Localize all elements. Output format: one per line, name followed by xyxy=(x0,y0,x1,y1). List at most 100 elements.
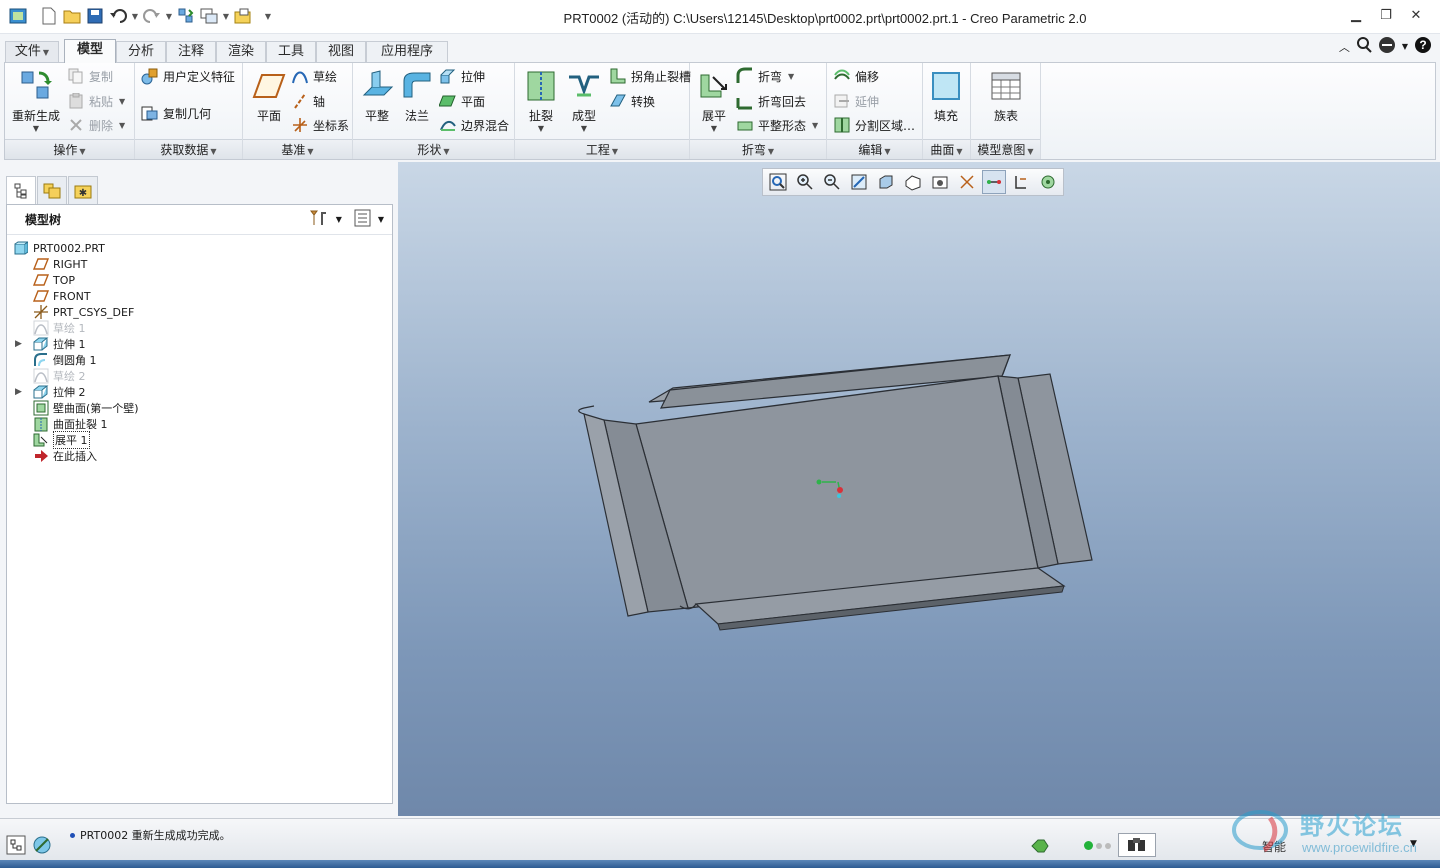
part-model[interactable] xyxy=(398,162,1440,816)
copy-button[interactable]: 复制 xyxy=(67,65,113,87)
tree-item-unbend-1[interactable]: 展平 1 xyxy=(33,431,90,449)
undo-dropdown-icon[interactable]: ▼ xyxy=(131,6,139,26)
redo-dropdown-icon[interactable]: ▼ xyxy=(165,6,173,26)
tree-item-insert-here[interactable]: 在此插入 xyxy=(33,448,97,464)
new-icon[interactable] xyxy=(39,6,59,26)
minimize-ribbon-icon[interactable]: ︿ xyxy=(1339,39,1350,55)
help-icon[interactable]: ? xyxy=(1414,36,1432,57)
view-manager-icon[interactable] xyxy=(928,170,952,194)
tree-settings-icon[interactable] xyxy=(309,209,330,230)
copy-geometry-button[interactable]: 复制几何 xyxy=(141,102,211,124)
tab-folder-browser[interactable] xyxy=(37,176,67,204)
windows-dropdown-icon[interactable]: ▼ xyxy=(222,6,230,26)
rip-button[interactable]: 扯裂 ▼ xyxy=(519,67,563,133)
display-style-icon[interactable] xyxy=(874,170,898,194)
flatten-form-button[interactable]: 平整形态 ▼ xyxy=(736,114,818,136)
group-engineering-label[interactable]: 工程 ▼ xyxy=(515,139,689,159)
offset-button[interactable]: 偏移 xyxy=(833,65,879,87)
tree-item-round-1[interactable]: 倒圆角 1 xyxy=(33,352,97,368)
tab-tools[interactable]: 工具 xyxy=(266,41,316,62)
group-editing-label[interactable]: 编辑 ▼ xyxy=(827,139,922,159)
regenerate-button[interactable]: 重新生成 ▼ xyxy=(7,67,65,133)
axis-button[interactable]: 轴 xyxy=(291,90,325,112)
tree-item-sketch-2[interactable]: 草绘 2 xyxy=(33,368,86,384)
tab-file[interactable]: 文件 ▼ xyxy=(5,41,59,62)
form-button[interactable]: 成型 ▼ xyxy=(559,67,609,133)
expand-icon[interactable]: ▶ xyxy=(15,387,22,397)
tab-annotate[interactable]: 注释 xyxy=(166,41,216,62)
tree-item-top[interactable]: TOP xyxy=(33,272,75,288)
paste-button[interactable]: 粘贴 ▼ xyxy=(67,90,125,112)
community-dropdown-icon[interactable]: ▼ xyxy=(1402,42,1408,51)
community-icon[interactable] xyxy=(1378,36,1396,57)
tab-analysis[interactable]: 分析 xyxy=(116,41,166,62)
tab-applications[interactable]: 应用程序 xyxy=(366,41,448,62)
tree-item-surface-rip[interactable]: 曲面扯裂 1 xyxy=(33,416,108,432)
plane-button[interactable]: 平面 xyxy=(245,67,293,131)
restore-icon[interactable]: ❐ xyxy=(1376,6,1396,24)
minimize-icon[interactable]: ▁ xyxy=(1346,6,1366,24)
extrude-button[interactable]: 拉伸 xyxy=(439,65,485,87)
tree-item-right[interactable]: RIGHT xyxy=(33,256,87,272)
undo-icon[interactable] xyxy=(108,6,128,26)
tree-item-wall[interactable]: 壁曲面(第一个壁) xyxy=(33,400,139,416)
tree-columns-dropdown-icon[interactable]: ▼ xyxy=(378,215,384,224)
fill-button[interactable]: 填充 xyxy=(923,67,969,131)
boundary-blend-button[interactable]: 边界混合 xyxy=(439,114,509,136)
unbend-button[interactable]: 展平 ▼ xyxy=(692,67,736,133)
close-icon[interactable]: ✕ xyxy=(1406,6,1426,24)
bend-back-button[interactable]: 折弯回去 xyxy=(736,90,806,112)
tab-favorites[interactable]: ✱ xyxy=(68,176,98,204)
tree-columns-icon[interactable] xyxy=(354,209,372,230)
open-icon[interactable] xyxy=(62,6,82,26)
find-icon[interactable] xyxy=(1118,833,1156,857)
tree-settings-dropdown-icon[interactable]: ▼ xyxy=(336,215,342,224)
group-datum-label[interactable]: 基准 ▼ xyxy=(243,139,352,159)
split-area-button[interactable]: 分割区域… xyxy=(833,114,915,136)
browser-toggle-icon[interactable] xyxy=(32,835,52,858)
navigator-toggle-icon[interactable] xyxy=(6,835,26,858)
zoom-out-icon[interactable] xyxy=(820,170,844,194)
flange-button[interactable]: 法兰 xyxy=(395,67,439,131)
group-bends-label[interactable]: 折弯 ▼ xyxy=(690,139,826,159)
tab-render[interactable]: 渲染 xyxy=(216,41,266,62)
planar-button[interactable]: 平面 xyxy=(439,90,485,112)
group-model-intent-label[interactable]: 模型意图 ▼ xyxy=(971,139,1040,159)
saved-views-icon[interactable] xyxy=(901,170,925,194)
tree-item-part[interactable]: PRT0002.PRT xyxy=(13,240,105,256)
datum-display-icon[interactable] xyxy=(955,170,979,194)
tree-item-extrude-1[interactable]: 拉伸 1 xyxy=(33,336,86,352)
csys-button[interactable]: 坐标系 xyxy=(291,114,349,136)
customize-qat-icon[interactable]: ▼ xyxy=(264,6,272,26)
tree-item-front[interactable]: FRONT xyxy=(33,288,91,304)
delete-button[interactable]: 删除 ▼ xyxy=(67,114,125,136)
regen-status-icon[interactable] xyxy=(1030,837,1050,858)
close-window-icon[interactable] xyxy=(233,6,253,26)
bend-button[interactable]: 折弯 ▼ xyxy=(736,65,794,87)
expand-icon[interactable]: ▶ xyxy=(15,339,22,349)
csys-display-icon[interactable] xyxy=(1036,170,1060,194)
tab-model[interactable]: 模型 xyxy=(64,39,116,63)
windows-icon[interactable] xyxy=(199,6,219,26)
app-icon[interactable] xyxy=(8,6,28,26)
refit-icon[interactable] xyxy=(766,170,790,194)
tree-item-extrude-2[interactable]: 拉伸 2 xyxy=(33,384,86,400)
corner-relief-button[interactable]: 拐角止裂槽 xyxy=(609,65,691,87)
sketch-button[interactable]: 草绘 xyxy=(291,65,337,87)
convert-button[interactable]: 转换 xyxy=(609,90,655,112)
group-surfaces-label[interactable]: 曲面 ▼ xyxy=(923,139,970,159)
family-table-button[interactable]: 族表 xyxy=(979,67,1033,131)
tab-model-tree[interactable] xyxy=(6,176,36,204)
search-icon[interactable] xyxy=(1356,37,1372,56)
redo-icon[interactable] xyxy=(142,6,162,26)
repaint-icon[interactable] xyxy=(847,170,871,194)
zoom-in-icon[interactable] xyxy=(793,170,817,194)
regenerate-icon[interactable] xyxy=(176,6,196,26)
group-operations-label[interactable]: 操作 ▼ xyxy=(5,139,134,159)
point-display-icon[interactable] xyxy=(1009,170,1033,194)
group-get-data-label[interactable]: 获取数据 ▼ xyxy=(135,139,242,159)
tree-item-sketch-1[interactable]: 草绘 1 xyxy=(33,320,86,336)
group-shapes-label[interactable]: 形状 ▼ xyxy=(353,139,514,159)
graphics-window[interactable] xyxy=(398,162,1440,816)
axis-display-icon[interactable] xyxy=(982,170,1006,194)
